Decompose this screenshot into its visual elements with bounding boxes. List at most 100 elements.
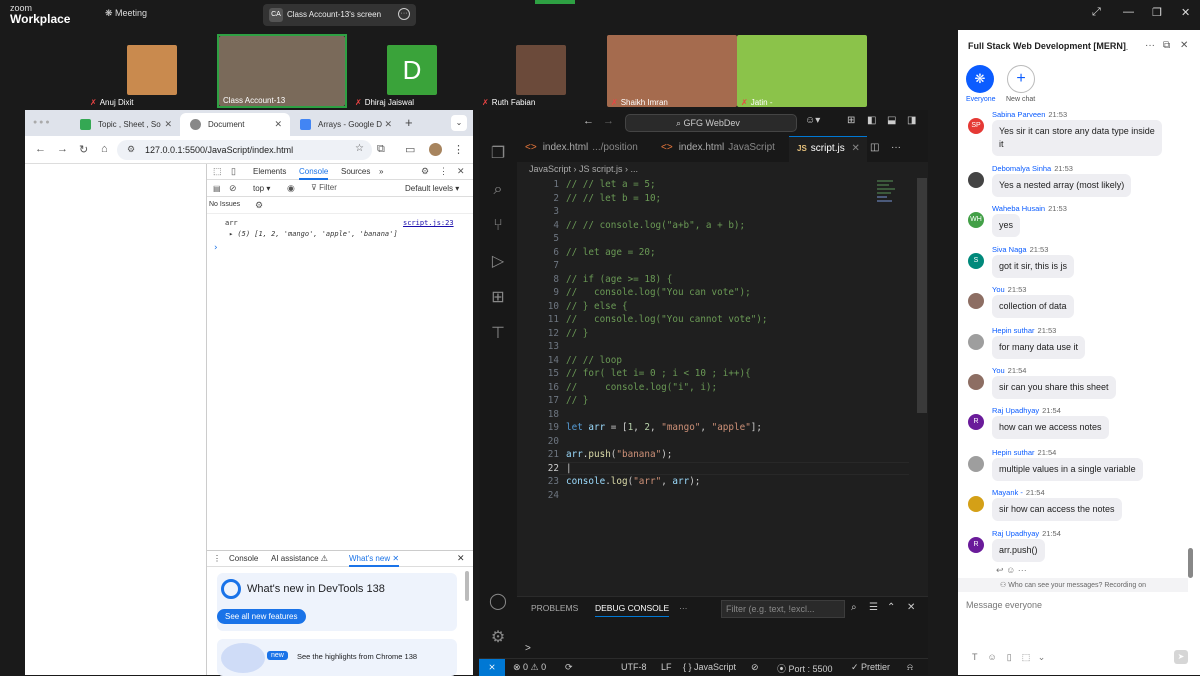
prettier-status[interactable]: ✓ Prettier xyxy=(851,662,890,673)
settings-gear-icon[interactable]: ⚙ xyxy=(255,200,263,211)
problems-count[interactable]: ⊗ 0 ⚠ 0 xyxy=(513,662,546,673)
minimap[interactable] xyxy=(877,178,899,218)
console-prompt[interactable]: › xyxy=(213,243,218,253)
new-tab-button[interactable]: + xyxy=(405,115,413,130)
more-icon[interactable]: ··· xyxy=(1018,565,1027,575)
new-chat-button[interactable]: + xyxy=(1007,65,1035,93)
editor-tab[interactable]: <> index.html JavaScript xyxy=(653,136,789,162)
code-line[interactable]: // let age = 20; xyxy=(566,246,656,260)
log-source-link[interactable]: script.js:23 xyxy=(403,219,454,227)
code-line[interactable]: // } else { xyxy=(566,300,628,314)
participant-tile[interactable]: D ✗ Dhiraj Jaiswal xyxy=(355,35,485,107)
emoji-icon[interactable]: ☺ xyxy=(988,652,997,662)
toggle-sidebar-icon[interactable]: ◧ xyxy=(867,115,876,126)
maximize-panel-icon[interactable]: ⌃ xyxy=(887,602,895,613)
code-line[interactable]: // } xyxy=(566,327,588,341)
chat-scrollbar[interactable] xyxy=(1188,548,1193,578)
code-line[interactable]: // console.log("i", i); xyxy=(566,381,717,395)
close-icon[interactable]: ✕ xyxy=(1181,6,1190,19)
browser-tab[interactable]: Arrays - Google D ✕ xyxy=(290,113,400,136)
participant-tile[interactable]: ✗ Ruth Fabian xyxy=(480,35,605,107)
device-toggle-icon[interactable]: ▯ xyxy=(231,166,236,177)
tab-sources[interactable]: Sources xyxy=(341,167,370,176)
extensions-icon[interactable]: ⧉ xyxy=(377,143,385,156)
account-icon[interactable]: ◯ xyxy=(488,592,508,612)
emoji-reaction-icon[interactable]: ☺ xyxy=(1006,565,1015,575)
copilot-icon[interactable]: ☺▾ xyxy=(805,115,820,126)
panel-tab-debug-console[interactable]: DEBUG CONSOLE xyxy=(595,603,670,617)
log-levels-select[interactable]: Default levels ▾ xyxy=(405,184,459,193)
tab-console[interactable]: Console xyxy=(299,167,329,180)
browser-tab[interactable]: Topic , Sheet , So ✕ xyxy=(70,113,180,136)
code-line[interactable]: console.log("arr", arr); xyxy=(566,475,700,489)
maximize-icon[interactable]: ❐ xyxy=(1152,6,1162,19)
clear-console-icon[interactable]: ☰ xyxy=(869,602,878,613)
drawer-tab-console[interactable]: Console xyxy=(229,554,258,563)
editor-tab[interactable]: <> index.html .../position xyxy=(517,136,653,162)
manage-gear-icon[interactable]: ⚙ xyxy=(488,628,508,648)
more-options-chevron-icon[interactable]: ⌄ xyxy=(1038,652,1046,662)
language-mode[interactable]: { } JavaScript xyxy=(683,662,736,672)
recording-notice[interactable]: ⚇ Who can see your messages? Recording o… xyxy=(958,578,1188,592)
layout-icon[interactable]: ⊞ xyxy=(847,115,855,126)
close-tab-icon[interactable]: ✕ xyxy=(164,119,172,130)
everyone-chat-button[interactable]: ❋ xyxy=(966,65,994,93)
code-line[interactable]: | xyxy=(566,462,572,476)
format-text-icon[interactable]: T xyxy=(972,652,978,662)
back-icon[interactable]: ← xyxy=(583,115,594,127)
close-tab-icon[interactable]: ✕ xyxy=(384,119,392,130)
see-all-features-button[interactable]: See all new features xyxy=(217,609,306,624)
split-editor-icon[interactable]: ◫ xyxy=(870,142,879,153)
editor-scrollbar[interactable] xyxy=(917,178,927,413)
profile-avatar[interactable] xyxy=(429,143,442,156)
code-line[interactable]: // // console.log("a+b", a + b); xyxy=(566,219,745,233)
message-actions[interactable]: ↩ ☺ ··· xyxy=(996,565,1027,576)
encoding-status[interactable]: UTF-8 xyxy=(621,662,647,672)
screenshot-icon[interactable]: ⬚ xyxy=(1022,652,1031,662)
meeting-menu[interactable]: ❋ Meeting xyxy=(105,8,147,19)
close-drawer-icon[interactable]: ✕ xyxy=(457,553,465,564)
context-select[interactable]: top ▾ xyxy=(253,184,270,193)
participant-tile[interactable]: ✗ Anuj Dixit xyxy=(85,35,215,107)
explorer-icon[interactable]: ❐ xyxy=(488,144,508,164)
drawer-scrollbar[interactable] xyxy=(465,571,469,601)
remote-icon[interactable]: ⨯ xyxy=(479,659,505,676)
participant-tile[interactable]: ✗ Jatin - xyxy=(737,35,867,107)
breadcrumb[interactable]: JavaScript › JS script.js › ... xyxy=(529,164,638,174)
code-line[interactable]: // // let a = 5; xyxy=(566,178,656,192)
bookmark-star-icon[interactable]: ☆ xyxy=(355,143,364,154)
home-icon[interactable]: ⌂ xyxy=(101,143,108,155)
more-tabs-button[interactable]: » xyxy=(379,167,383,176)
reply-icon[interactable]: ↩ xyxy=(996,565,1004,575)
search-icon[interactable]: ⌕ xyxy=(488,180,508,200)
browser-tab-active[interactable]: Document ✕ xyxy=(180,113,290,136)
panel-more-icon[interactable]: ··· xyxy=(679,603,688,613)
participant-tile[interactable]: ✗ Shaikh Imran xyxy=(607,35,737,107)
file-icon[interactable]: ▯ xyxy=(1007,652,1012,662)
clear-console-icon[interactable]: ⊘ xyxy=(229,183,237,194)
forward-icon[interactable]: → xyxy=(57,143,68,155)
live-share-icon[interactable]: ⟳ xyxy=(565,662,573,673)
run-debug-icon[interactable]: ▷ xyxy=(488,252,508,272)
chat-message-input[interactable]: Message everyone xyxy=(966,600,1042,610)
console-filter-input[interactable]: ⊽ Filter xyxy=(311,183,397,195)
close-tab-icon[interactable]: ✕ xyxy=(849,143,859,154)
inspect-icon[interactable]: ⬚ xyxy=(213,166,222,177)
eye-icon[interactable]: ◉ xyxy=(287,183,295,194)
close-panel-icon[interactable]: ✕ xyxy=(907,602,915,613)
source-control-icon[interactable]: ⑂ xyxy=(488,216,508,236)
pop-out-icon[interactable]: ⤢ xyxy=(1092,6,1101,19)
settings-gear-icon[interactable]: ⚙ xyxy=(421,166,429,177)
panel-tab-problems[interactable]: PROBLEMS xyxy=(531,603,578,613)
drawer-menu-icon[interactable]: ⋮ xyxy=(213,554,221,563)
extensions-icon[interactable]: ⊞ xyxy=(488,288,508,308)
search-icon[interactable]: ⌕ xyxy=(851,602,857,613)
screen-share-tab[interactable]: CA Class Account-13's screen ··· xyxy=(263,4,416,26)
issues-count[interactable]: No Issues xyxy=(209,201,240,208)
reload-icon[interactable]: ↻ xyxy=(79,143,88,156)
more-actions-icon[interactable]: ··· xyxy=(891,142,901,153)
more-icon[interactable]: ··· xyxy=(398,8,410,20)
minimize-icon[interactable]: — xyxy=(1123,6,1134,18)
forward-icon[interactable]: → xyxy=(603,115,614,127)
close-tab-icon[interactable]: ✕ xyxy=(274,119,282,130)
